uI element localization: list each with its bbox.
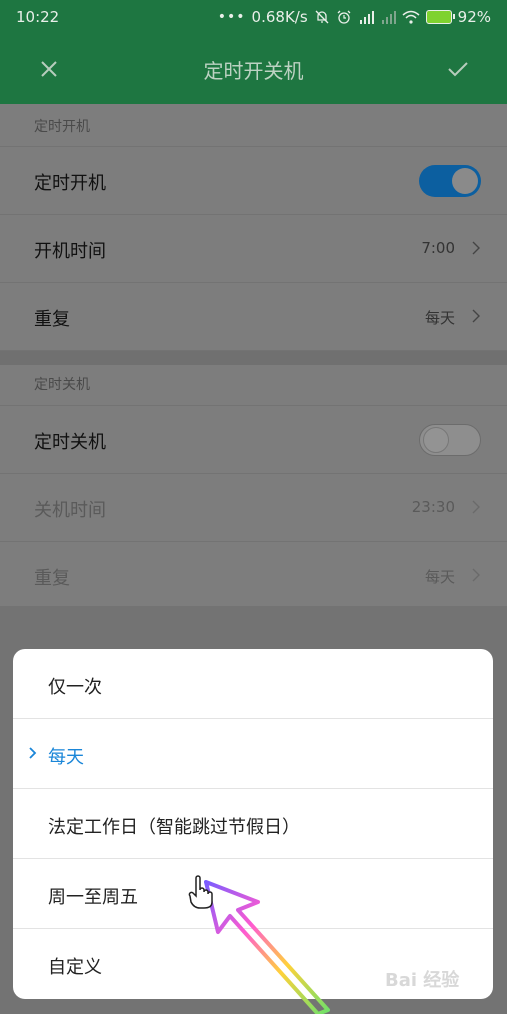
power-on-switch[interactable] (419, 165, 481, 197)
power-on-repeat-label: 重复 (34, 309, 70, 330)
power-off-repeat-row[interactable]: 重复 每天 (0, 541, 507, 609)
option-label: 法定工作日（智能跳过节假日） (48, 817, 300, 838)
annotation-arrow-icon (204, 880, 330, 1014)
option-workdays-smart[interactable]: 法定工作日（智能跳过节假日） (13, 789, 493, 859)
power-off-toggle-label: 定时关机 (34, 432, 106, 453)
section-divider (0, 350, 507, 365)
switch-knob (423, 427, 449, 453)
chevron-right-icon (472, 500, 480, 514)
alarm-icon (337, 10, 351, 24)
power-on-time-value: 7:00 (421, 239, 455, 257)
chevron-right-icon (472, 241, 480, 255)
mute-bell-icon (315, 10, 329, 24)
power-off-toggle-row[interactable]: 定时关机 (0, 405, 507, 473)
power-off-time-value: 23:30 (411, 498, 455, 516)
status-bar: 10:22 ••• 0.68K/s 92% (0, 0, 507, 34)
power-off-time-row[interactable]: 关机时间 23:30 (0, 473, 507, 541)
switch-knob (452, 168, 478, 194)
battery-percent: 92% (457, 8, 491, 26)
signal-icon (359, 11, 374, 24)
option-daily[interactable]: 每天 (13, 719, 493, 789)
chevron-right-icon (472, 568, 480, 582)
settings-list: 定时开机 定时开机 开机时间 7:00 重复 每天 定时关机 定时关机 关机时间… (0, 104, 507, 606)
power-on-repeat-row[interactable]: 重复 每天 (0, 282, 507, 350)
chevron-right-icon (472, 309, 480, 323)
status-icons: ••• 0.68K/s 92% (218, 8, 491, 26)
option-label: 每天 (48, 747, 84, 768)
power-off-switch[interactable] (419, 424, 481, 456)
power-on-toggle-row[interactable]: 定时开机 (0, 146, 507, 214)
page-title: 定时开关机 (203, 59, 304, 83)
power-on-time-label: 开机时间 (34, 241, 106, 262)
power-on-time-row[interactable]: 开机时间 7:00 (0, 214, 507, 282)
watermark: Bai 经验 (385, 970, 460, 991)
power-off-time-label: 关机时间 (34, 500, 106, 521)
title-bar: 定时开关机 (0, 34, 507, 104)
power-on-repeat-value: 每天 (424, 309, 455, 327)
power-on-toggle-label: 定时开机 (34, 173, 106, 194)
more-dots-icon: ••• (217, 9, 246, 25)
wifi-icon (402, 10, 420, 24)
hand-cursor-icon (188, 875, 213, 909)
status-time: 10:22 (16, 8, 60, 26)
option-label: 自定义 (48, 957, 102, 978)
power-off-repeat-label: 重复 (34, 568, 70, 589)
check-icon[interactable] (445, 56, 471, 82)
section-title-power-on: 定时开机 (34, 119, 90, 135)
option-label: 周一至周五 (48, 887, 138, 908)
option-once[interactable]: 仅一次 (13, 649, 493, 719)
signal-weak-icon (381, 11, 396, 24)
power-off-repeat-value: 每天 (424, 568, 455, 586)
selected-chevron-icon (29, 747, 37, 759)
section-title-power-off: 定时关机 (34, 377, 90, 393)
option-label: 仅一次 (48, 677, 102, 698)
battery-charging-icon (425, 10, 455, 24)
network-speed: 0.68K/s (251, 8, 308, 26)
